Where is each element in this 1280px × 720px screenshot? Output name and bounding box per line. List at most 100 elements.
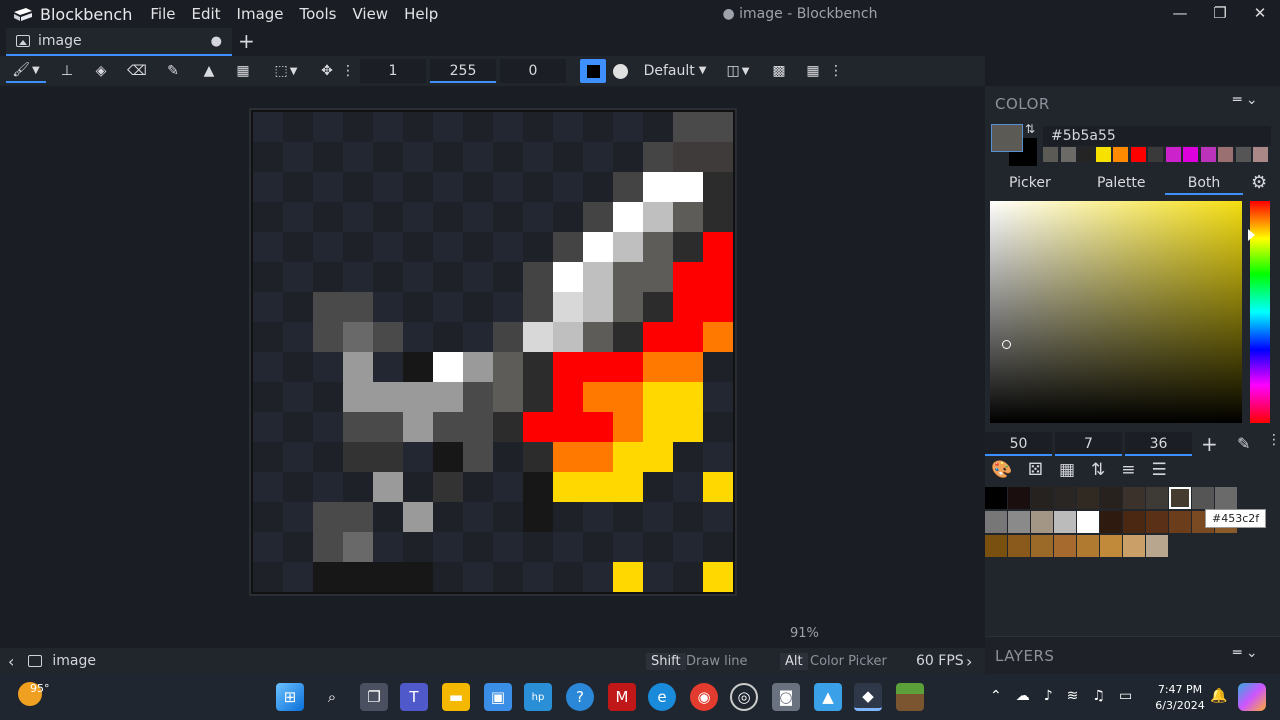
pixel[interactable] <box>613 322 643 352</box>
gradient-tool-button[interactable]: ▦ <box>230 59 256 83</box>
pixel[interactable] <box>373 382 403 412</box>
pixel[interactable] <box>463 412 493 442</box>
file-explorer-icon[interactable]: ▬ <box>442 683 470 711</box>
pixel[interactable] <box>583 292 613 322</box>
palette-swatch[interactable] <box>1008 511 1030 533</box>
recent-color-swatch[interactable] <box>1183 147 1198 162</box>
brush-opacity-input[interactable]: 255 <box>430 59 496 83</box>
hp-app-icon[interactable]: hp <box>524 683 552 711</box>
search-icon[interactable]: ⌕ <box>318 683 346 711</box>
pixel[interactable] <box>583 352 613 382</box>
new-tab-button[interactable]: + <box>238 29 255 53</box>
palette-swatch[interactable] <box>1054 511 1076 533</box>
pixel[interactable] <box>403 502 433 532</box>
pixel[interactable] <box>463 442 493 472</box>
hex-color-input[interactable]: #5b5a55 <box>1043 126 1271 146</box>
selection-tool-button[interactable]: ⬚ ▼ <box>266 59 306 83</box>
tab-image[interactable]: image ● <box>6 28 232 56</box>
pixel[interactable] <box>313 292 343 322</box>
pixel[interactable] <box>613 232 643 262</box>
pixel[interactable] <box>643 172 673 202</box>
palette-swatch[interactable] <box>1077 535 1099 557</box>
pixel[interactable] <box>553 322 583 352</box>
sort-icon[interactable]: ⇅ <box>1091 460 1105 480</box>
palette-swatch[interactable] <box>1031 535 1053 557</box>
more-vertical-icon[interactable]: ⋮ <box>1267 432 1280 448</box>
pixel[interactable] <box>643 292 673 322</box>
pixel[interactable] <box>613 202 643 232</box>
pixel[interactable] <box>523 442 553 472</box>
texture-canvas[interactable] <box>249 108 737 596</box>
pixel[interactable] <box>673 142 703 172</box>
palette-swatch[interactable] <box>985 487 1007 509</box>
gear-icon[interactable]: ⚙ <box>1251 172 1267 193</box>
edge-icon[interactable]: e <box>648 683 676 711</box>
palette-swatch[interactable] <box>1123 535 1145 557</box>
grid-icon[interactable]: ▦ <box>1059 460 1075 480</box>
close-window-button[interactable]: ✕ <box>1250 4 1270 24</box>
palette-swatch[interactable] <box>1169 487 1191 509</box>
pixel[interactable] <box>673 232 703 262</box>
pixel[interactable] <box>343 562 373 592</box>
saturation-value-input[interactable]: 7 <box>1055 432 1122 456</box>
cloud-icon[interactable]: ☁ <box>1016 688 1030 704</box>
brush-softness-input[interactable]: 0 <box>500 59 566 83</box>
blend-mode-select[interactable]: Default ▼ <box>638 59 712 83</box>
copilot-icon[interactable] <box>1238 683 1266 711</box>
pixel[interactable] <box>643 382 673 412</box>
recent-color-swatch[interactable] <box>1078 147 1093 162</box>
palette-swatch[interactable] <box>1054 535 1076 557</box>
pixel[interactable] <box>343 502 373 532</box>
wifi-icon[interactable]: ≋ <box>1067 688 1079 704</box>
camera-icon[interactable]: ◙ <box>772 683 800 711</box>
pixel[interactable] <box>643 412 673 442</box>
pixel[interactable] <box>613 562 643 592</box>
pixel[interactable] <box>673 172 703 202</box>
pixel[interactable] <box>613 352 643 382</box>
pixel[interactable] <box>523 322 553 352</box>
recent-color-swatch[interactable] <box>1235 147 1251 162</box>
pixel[interactable] <box>673 292 703 322</box>
pixel[interactable] <box>373 442 403 472</box>
hue-slider-handle[interactable] <box>1248 229 1255 241</box>
palette-swatch[interactable] <box>1077 487 1099 509</box>
pixel[interactable] <box>433 352 463 382</box>
color-picker-handle[interactable] <box>1002 340 1011 349</box>
palette-swatch[interactable] <box>1123 487 1145 509</box>
canvas-viewport[interactable]: 91% <box>0 86 985 648</box>
checklist-icon[interactable]: ☰ <box>1152 460 1167 480</box>
pixel[interactable] <box>613 292 643 322</box>
palette-swatch[interactable] <box>1008 535 1030 557</box>
pixel[interactable] <box>553 382 583 412</box>
help-icon[interactable]: ? <box>566 683 594 711</box>
recent-color-swatch[interactable] <box>1130 147 1146 162</box>
pixel[interactable] <box>313 502 343 532</box>
pixel[interactable] <box>583 472 613 502</box>
brush-tool-button[interactable]: 🖌 ▼ <box>6 59 46 83</box>
pixel[interactable] <box>703 202 733 232</box>
palette-swatch[interactable] <box>1054 487 1076 509</box>
brush-size-input[interactable]: 1 <box>360 59 426 83</box>
pixel[interactable] <box>613 262 643 292</box>
pixel[interactable] <box>553 442 583 472</box>
pixel[interactable] <box>343 292 373 322</box>
recent-color-swatch[interactable] <box>1200 147 1216 162</box>
pixel[interactable] <box>553 352 583 382</box>
pixel[interactable] <box>523 382 553 412</box>
windows-start-icon[interactable]: ⊞ <box>276 683 304 711</box>
pixel[interactable] <box>463 382 493 412</box>
pixel[interactable] <box>643 352 673 382</box>
palette-swatch[interactable] <box>1146 511 1168 533</box>
pixel[interactable] <box>553 412 583 442</box>
pixel[interactable] <box>433 382 463 412</box>
pixel[interactable] <box>583 322 613 352</box>
pixel[interactable] <box>343 412 373 442</box>
pixel[interactable] <box>523 292 553 322</box>
palette-swatch[interactable] <box>1146 487 1168 509</box>
palette-swatch[interactable] <box>1100 535 1122 557</box>
pixel[interactable] <box>703 322 733 352</box>
eyedropper-icon[interactable]: ✎ <box>1237 434 1250 453</box>
menu-view[interactable]: View <box>344 0 396 28</box>
chevron-right-icon[interactable]: › <box>966 652 972 671</box>
maximize-button[interactable]: ❐ <box>1210 4 1230 24</box>
